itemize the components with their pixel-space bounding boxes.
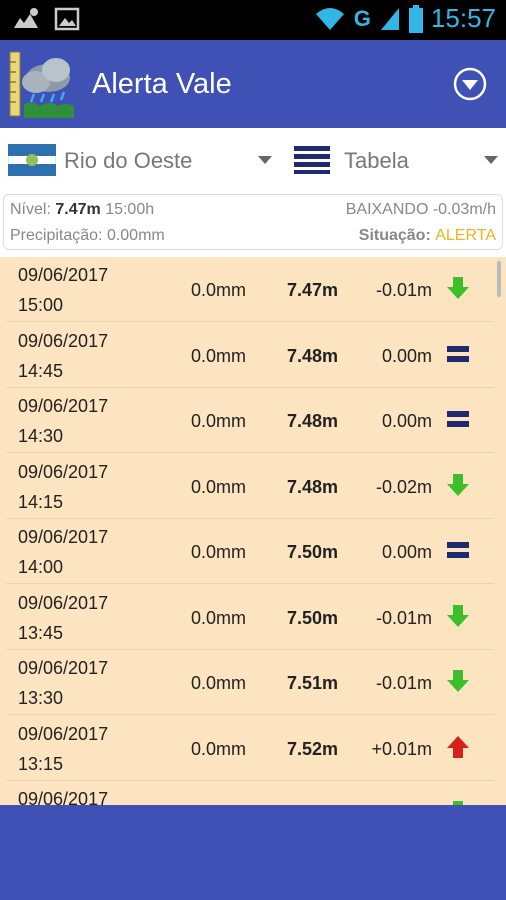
scrollbar[interactable] [497, 261, 501, 297]
trend-text: BAIXANDO -0.03m/h [345, 201, 496, 218]
row-date: 09/06/2017 [18, 723, 109, 744]
row-variation: 0.00m [381, 411, 432, 431]
row-time: 13:15 [18, 753, 64, 774]
image-notification-icon [54, 7, 80, 31]
row-date: 09/06/2017 [18, 658, 109, 678]
level-summary: Nível: 7.47m 15:00h [10, 201, 155, 218]
row-variation: 0.00m [381, 542, 432, 562]
row-level: 7.48m [286, 411, 338, 431]
table-row[interactable]: 09/06/2017 [6, 781, 494, 805]
summary-box: Nível: 7.47m 15:00h BAIXANDO -0.03m/h Pr… [3, 194, 503, 250]
table-row[interactable]: 09/06/2017 14:15 0.0mm 7.48m -0.02m [6, 454, 494, 519]
table-row[interactable]: 09/06/2017 13:45 0.0mm 7.50m -0.01m [6, 585, 494, 650]
arrow-down-icon [446, 473, 470, 497]
row-precipitation: 0.0mm [190, 411, 246, 431]
table-list-icon [294, 146, 330, 174]
row-precipitation: 0.0mm [190, 607, 246, 628]
row-level: 7.50m [286, 607, 338, 628]
row-time: 14:00 [18, 557, 64, 577]
app-title: Alerta Vale [92, 68, 232, 100]
level-time: 15:00h [105, 201, 155, 218]
row-level: 7.47m [286, 280, 338, 300]
row-precipitation: 0.0mm [190, 476, 246, 497]
table-row[interactable]: 09/06/2017 14:30 0.0mm 7.48m 0.00m [6, 388, 494, 453]
network-type: G [353, 5, 371, 31]
table-row[interactable]: 09/06/2017 13:15 0.0mm 7.52m +0.01m [6, 716, 494, 781]
chevron-down-icon [258, 156, 272, 164]
row-precipitation: 0.0mm [190, 345, 246, 366]
row-date: 09/06/2017 [18, 789, 109, 805]
station-selector[interactable]: Rio do Oeste [0, 128, 284, 192]
clock: 15:57 [430, 3, 496, 33]
app-logo-icon [9, 51, 74, 118]
status-bar: G 15:57 [0, 0, 506, 40]
row-time: 14:45 [18, 360, 64, 381]
row-level: 7.51m [286, 673, 338, 693]
station-selector-label: Rio do Oeste [64, 148, 193, 173]
precipitation-text: Precipitação: 0.00mm [10, 227, 165, 244]
row-precipitation: 0.0mm [190, 542, 246, 562]
table-row[interactable]: 09/06/2017 15:00 0.0mm 7.47m -0.01m [6, 257, 494, 322]
row-time: 13:30 [18, 688, 64, 708]
row-time: 14:30 [18, 426, 64, 446]
row-variation: 0.00m [381, 345, 432, 366]
row-variation: -0.02m [375, 476, 432, 497]
view-selector-label: Tabela [344, 148, 409, 173]
battery-icon [408, 4, 423, 33]
cloud-notification-icon [14, 8, 38, 28]
row-precipitation: 0.0mm [190, 280, 246, 300]
table-row[interactable]: 09/06/2017 14:45 0.0mm 7.48m 0.00m [6, 323, 494, 388]
row-variation: -0.01m [375, 673, 432, 693]
dropdown-menu-button[interactable] [452, 66, 488, 102]
arrow-down-icon [446, 276, 470, 300]
equal-icon [446, 407, 470, 431]
readings-list[interactable]: 09/06/2017 15:00 0.0mm 7.47m -0.01m 09/06/201… [0, 257, 506, 805]
chevron-down-icon [484, 156, 498, 164]
row-level: 7.48m [286, 476, 338, 497]
arrow-up-icon [446, 735, 470, 759]
row-precipitation: 0.0mm [190, 673, 246, 693]
table-row[interactable]: 09/06/2017 14:00 0.0mm 7.50m 0.00m [6, 519, 494, 584]
arrow-down-icon [446, 669, 470, 693]
row-date: 09/06/2017 [18, 396, 109, 416]
row-level: 7.48m [286, 345, 338, 366]
table-row[interactable]: 09/06/2017 13:30 0.0mm 7.51m -0.01m [6, 650, 494, 715]
equal-icon [446, 538, 470, 562]
current-level: 7.47m [55, 201, 101, 218]
signal-icon [380, 7, 399, 30]
selectors-bar: Rio do Oeste Tabela [0, 128, 506, 192]
row-variation: +0.01m [371, 738, 432, 759]
equal-icon [446, 342, 470, 366]
station-flag-icon [8, 144, 56, 176]
row-time: 15:00 [18, 295, 64, 315]
row-time: 13:45 [18, 622, 64, 643]
row-level: 7.50m [286, 542, 338, 562]
arrow-down-icon [446, 604, 470, 628]
row-date: 09/06/2017 [18, 592, 109, 613]
view-selector[interactable]: Tabela [290, 128, 506, 192]
row-date: 09/06/2017 [18, 527, 109, 547]
row-date: 09/06/2017 [18, 330, 109, 351]
row-variation: -0.01m [375, 280, 432, 300]
row-level: 7.52m [286, 738, 338, 759]
row-time: 14:15 [18, 491, 64, 512]
bottom-banner [0, 805, 506, 900]
wifi-icon [315, 7, 344, 30]
row-precipitation: 0.0mm [190, 738, 246, 759]
row-date: 09/06/2017 [18, 265, 109, 285]
row-variation: -0.01m [375, 607, 432, 628]
app-bar: Alerta Vale [0, 40, 506, 128]
situation-status: Situação: ALERTA [358, 227, 496, 244]
situation-value: ALERTA [435, 227, 496, 244]
row-date: 09/06/2017 [18, 461, 109, 482]
